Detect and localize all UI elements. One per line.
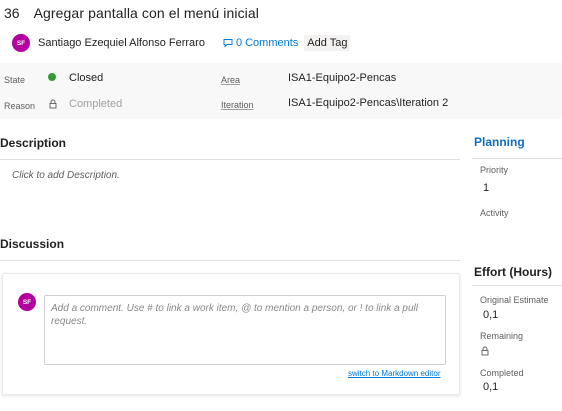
discussion-heading: Discussion	[0, 237, 65, 251]
work-item-meta: SF Santiago Ezequiel Alfonso Ferraro 0 C…	[12, 33, 351, 53]
work-item-title[interactable]: Agregar pantalla con el menú inicial	[34, 5, 259, 21]
planning-divider	[472, 158, 562, 159]
remaining-label: Remaining	[480, 331, 524, 341]
priority-label: Priority	[480, 165, 509, 175]
description-heading: Description	[0, 136, 67, 150]
activity-label: Activity	[480, 208, 509, 218]
comments-link[interactable]: 0 Comments	[223, 37, 298, 49]
original-estimate-value[interactable]: 0,1	[483, 309, 498, 321]
add-tag-button[interactable]: Add Tag	[304, 35, 351, 51]
markdown-editor-link[interactable]: switch to Markdown editor	[348, 369, 440, 378]
effort-heading: Effort (Hours)	[474, 265, 552, 279]
iteration-label: Iteration	[221, 100, 254, 110]
area-value[interactable]: ISA1-Equipo2-Pencas	[288, 72, 396, 84]
lock-icon	[49, 99, 57, 109]
fields-panel: State Closed Reason Completed Area ISA1-…	[0, 63, 562, 119]
author-avatar: SF	[12, 34, 30, 52]
completed-value[interactable]: 0,1	[483, 381, 498, 393]
commenter-avatar: SF	[18, 293, 36, 311]
description-field[interactable]: Click to add Description.	[12, 170, 120, 181]
work-item-id: 36	[4, 5, 20, 21]
completed-label: Completed	[480, 368, 524, 378]
planning-heading: Planning	[474, 135, 525, 149]
state-value[interactable]: Closed	[69, 72, 103, 84]
author-name[interactable]: Santiago Ezequiel Alfonso Ferraro	[38, 37, 205, 49]
effort-divider	[472, 285, 562, 286]
priority-value[interactable]: 1	[483, 182, 489, 194]
remaining-lock-icon	[481, 346, 489, 356]
iteration-value[interactable]: ISA1-Equipo2-Pencas\Iteration 2	[288, 97, 448, 109]
work-item-header: 36 Agregar pantalla con el menú inicial	[4, 4, 259, 22]
comments-count: 0 Comments	[235, 37, 299, 49]
state-label: State	[4, 75, 26, 85]
area-label: Area	[221, 75, 241, 85]
original-estimate-label: Original Estimate	[480, 295, 549, 305]
reason-label: Reason	[4, 101, 36, 111]
comment-input[interactable]: Add a comment. Use # to link a work item…	[44, 295, 446, 365]
description-divider	[0, 159, 460, 160]
reason-value: Completed	[69, 98, 123, 110]
comment-icon	[223, 39, 233, 48]
discussion-divider	[0, 260, 460, 261]
state-closed-dot-icon	[48, 73, 56, 81]
